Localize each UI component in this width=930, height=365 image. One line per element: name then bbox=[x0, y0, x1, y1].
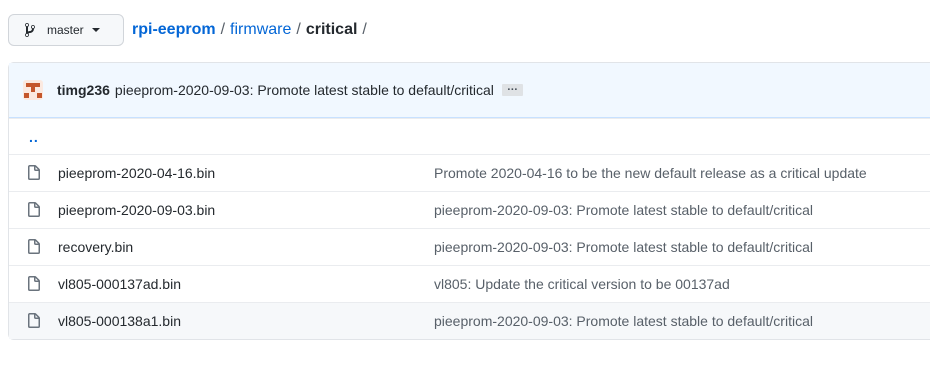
file-icon bbox=[28, 276, 40, 291]
branch-selector-button[interactable]: master bbox=[8, 14, 124, 46]
table-row: vl805-000137ad.bin vl805: Update the cri… bbox=[9, 265, 930, 302]
breadcrumb-separator: / bbox=[296, 21, 301, 38]
file-icon bbox=[28, 202, 40, 217]
file-name-link[interactable]: recovery.bin bbox=[58, 239, 434, 255]
table-row: vl805-000138a1.bin pieeprom-2020-09-03: … bbox=[9, 302, 930, 339]
file-icon bbox=[28, 313, 40, 328]
breadcrumb-repo-link[interactable]: rpi-eeprom bbox=[132, 21, 216, 39]
file-name-link[interactable]: vl805-000137ad.bin bbox=[58, 276, 434, 292]
commit-message-link[interactable]: pieeprom-2020-09-03: Promote latest stab… bbox=[115, 82, 494, 98]
file-name-link[interactable]: vl805-000138a1.bin bbox=[58, 313, 434, 329]
table-row: recovery.bin pieeprom-2020-09-03: Promot… bbox=[9, 228, 930, 265]
breadcrumb-separator: / bbox=[220, 21, 226, 38]
file-commit-link[interactable]: pieeprom-2020-09-03: Promote latest stab… bbox=[434, 239, 813, 255]
parent-directory-link[interactable]: .. bbox=[29, 129, 39, 145]
expand-commit-button[interactable]: … bbox=[501, 82, 523, 96]
file-icon bbox=[28, 165, 40, 180]
branch-label: master bbox=[47, 23, 84, 37]
file-list: timg236 pieeprom-2020-09-03: Promote lat… bbox=[8, 62, 930, 340]
breadcrumb: rpi-eeprom / firmware / critical / bbox=[132, 21, 372, 39]
file-name-link[interactable]: pieeprom-2020-09-03.bin bbox=[58, 202, 434, 218]
table-row: pieeprom-2020-09-03.bin pieeprom-2020-09… bbox=[9, 191, 930, 228]
file-commit-link[interactable]: pieeprom-2020-09-03: Promote latest stab… bbox=[434, 313, 813, 329]
commit-author-link[interactable]: timg236 bbox=[57, 82, 110, 98]
breadcrumb-current: critical bbox=[305, 21, 358, 38]
repo-nav: master rpi-eeprom / firmware / critical … bbox=[8, 14, 372, 46]
breadcrumb-separator: / bbox=[362, 21, 367, 38]
caret-down-icon bbox=[91, 28, 100, 32]
git-branch-icon bbox=[25, 22, 35, 37]
file-commit-link[interactable]: pieeprom-2020-09-03: Promote latest stab… bbox=[434, 202, 813, 218]
parent-directory-row: .. bbox=[9, 118, 930, 154]
file-icon bbox=[28, 239, 40, 254]
file-commit-link[interactable]: vl805: Update the critical version to be… bbox=[434, 276, 730, 292]
table-row: pieeprom-2020-04-16.bin Promote 2020-04-… bbox=[9, 154, 930, 191]
file-commit-link[interactable]: Promote 2020-04-16 to be the new default… bbox=[434, 165, 867, 181]
file-name-link[interactable]: pieeprom-2020-04-16.bin bbox=[58, 165, 434, 181]
breadcrumb-firmware-link[interactable]: firmware bbox=[230, 21, 291, 39]
latest-commit-bar: timg236 pieeprom-2020-09-03: Promote lat… bbox=[9, 63, 930, 118]
avatar[interactable] bbox=[23, 80, 43, 100]
